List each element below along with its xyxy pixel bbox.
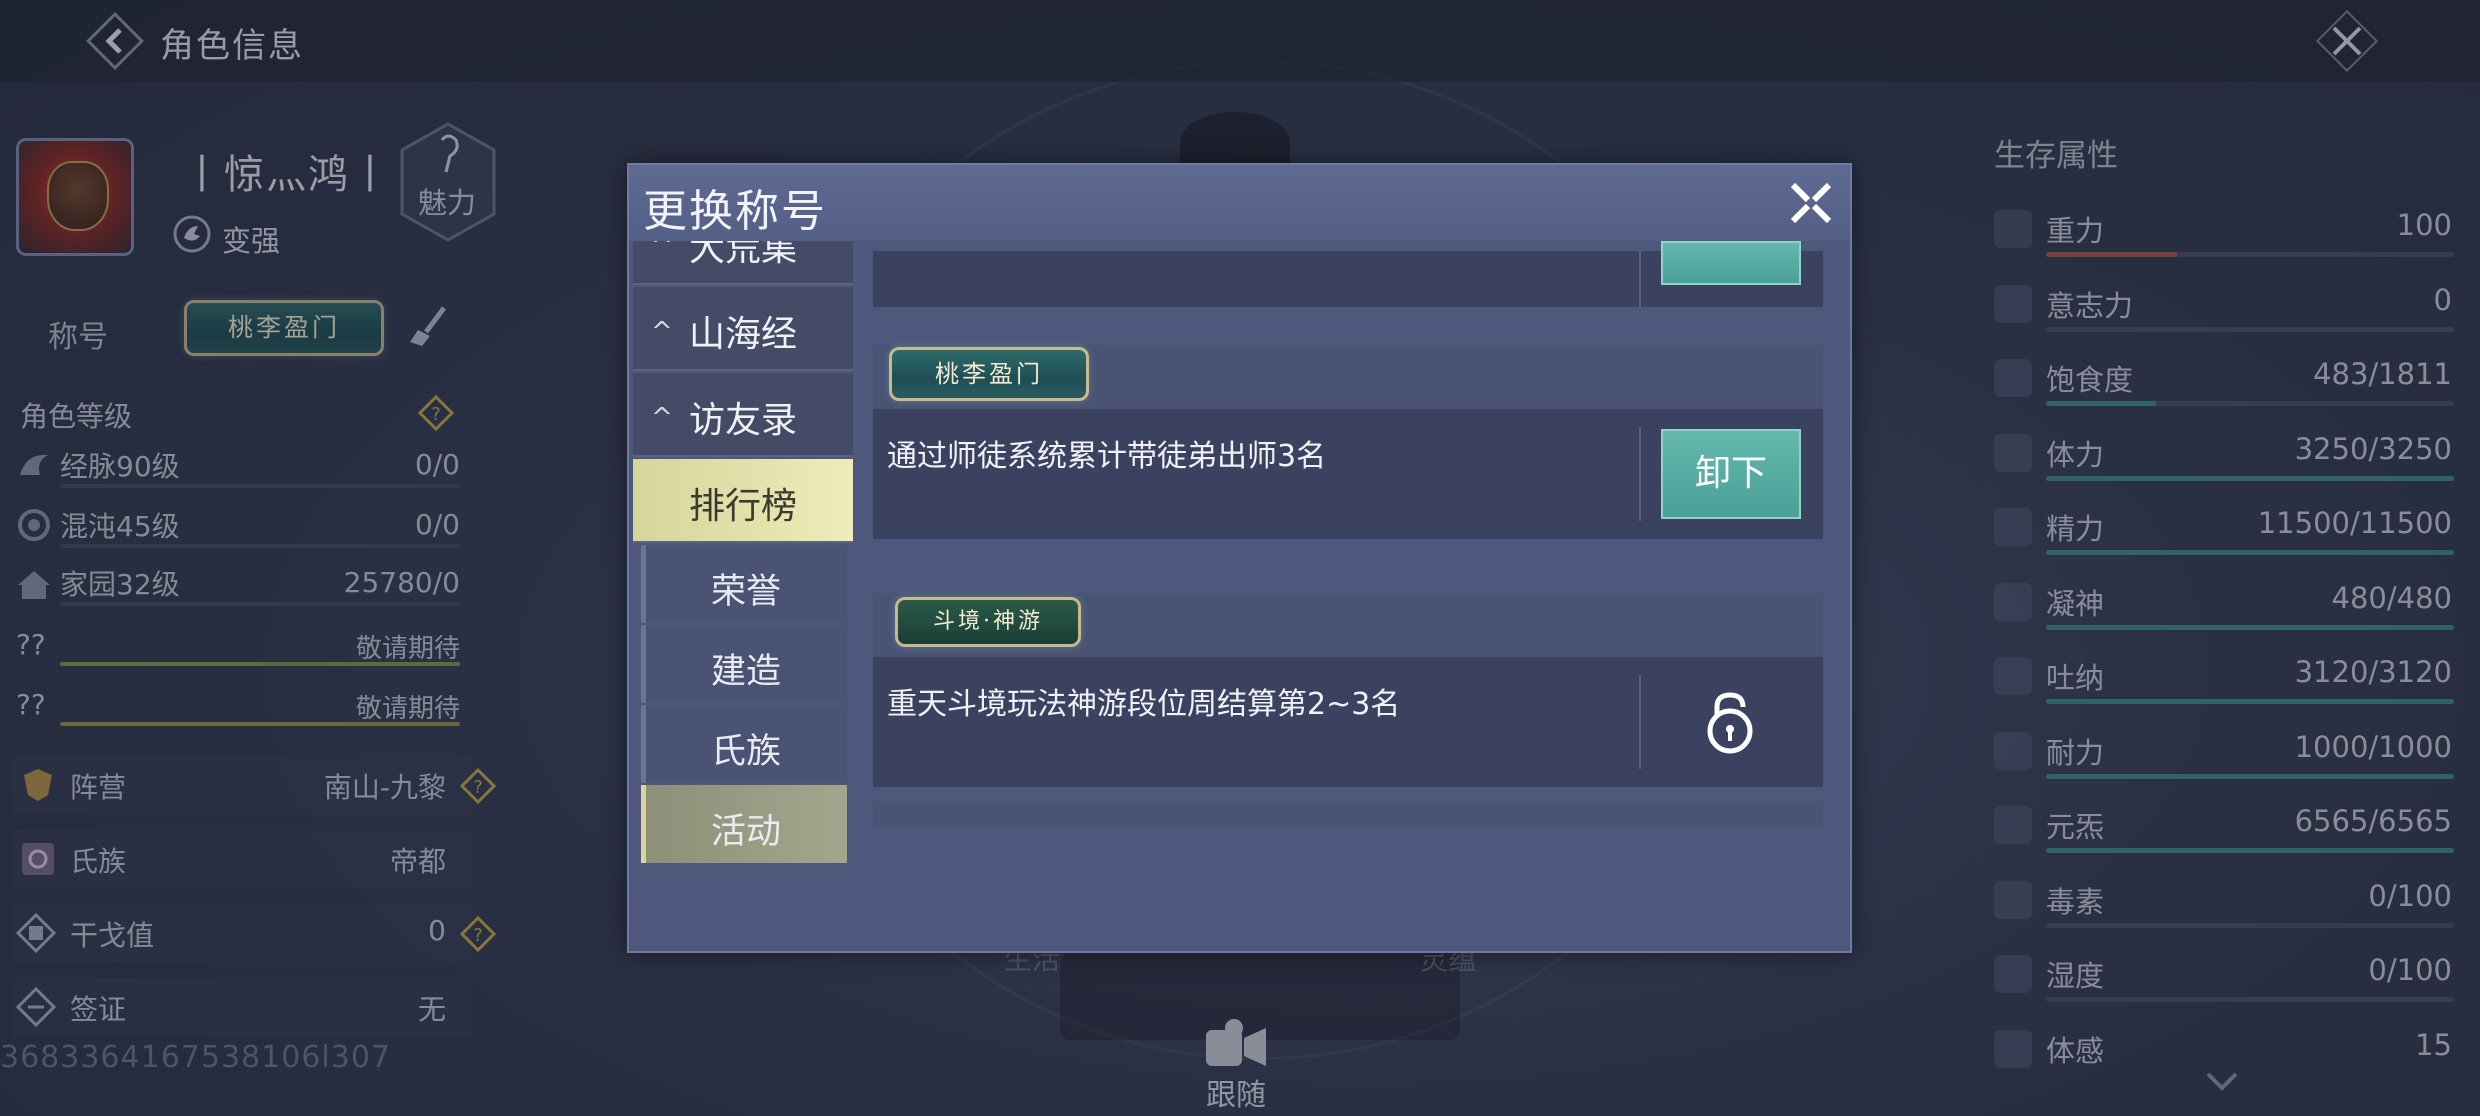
change-title-dialog: 更换称号 ^ 大荒集 ^ 山海经 ^ 访友录 排行榜 荣誉 建造 氏族 活动 桃…: [627, 163, 1852, 953]
unequip-button[interactable]: 卸下: [1661, 429, 1801, 519]
card-divider: [1639, 251, 1641, 307]
title-list: 桃李盈门 通过师徒系统累计带徒弟出师3名 卸下 斗境·神游 重天斗境玩法神游段位…: [873, 241, 1833, 951]
subnav-item-honor[interactable]: 荣誉: [641, 545, 847, 623]
card-body: 通过师徒系统累计带徒弟出师3名 卸下: [873, 409, 1823, 539]
nav-item-shanhaijing[interactable]: ^ 山海经: [633, 287, 853, 371]
title-badge: 斗境·神游: [895, 597, 1081, 647]
nav-item-leaderboard[interactable]: 排行榜: [633, 459, 853, 543]
card-header: 斗境·神游: [873, 593, 1823, 657]
card-divider: [1639, 675, 1641, 769]
title-badge: 桃李盈门: [889, 347, 1089, 401]
card-body: [873, 241, 1823, 307]
card-body: 重天斗境玩法神游段位周结算第2~3名: [873, 657, 1823, 787]
nav-item-label: 山海经: [689, 314, 798, 355]
expand-caret-icon: ^: [651, 241, 673, 261]
close-icon[interactable]: [1783, 175, 1839, 231]
subnav-item-label: 荣誉: [710, 572, 781, 612]
nav-item-label: 排行榜: [689, 486, 798, 527]
subnav-item-clan[interactable]: 氏族: [641, 705, 847, 783]
dialog-title: 更换称号: [643, 186, 827, 237]
subnav-item-activity[interactable]: 活动: [641, 785, 847, 863]
dialog-header: 更换称号: [629, 165, 1850, 241]
expand-caret-icon: ^: [651, 403, 673, 433]
nav-item-label: 大荒集: [689, 241, 798, 269]
nav-item-label: 访友录: [689, 400, 798, 441]
list-bottom-spacer: [873, 801, 1823, 825]
card-divider: [1639, 427, 1641, 521]
card-header: 桃李盈门: [873, 345, 1823, 409]
nav-item-dahuangji[interactable]: ^ 大荒集: [633, 241, 853, 285]
unlock-icon[interactable]: [1703, 691, 1757, 755]
nav-item-fangyoulu[interactable]: ^ 访友录: [633, 373, 853, 457]
subnav-item-label: 氏族: [710, 732, 781, 772]
subnav-item-build[interactable]: 建造: [641, 625, 847, 703]
partial-action-button[interactable]: [1661, 241, 1801, 285]
title-category-nav: ^ 大荒集 ^ 山海经 ^ 访友录 排行榜 荣誉 建造 氏族 活动: [633, 241, 853, 951]
subnav-item-label: 建造: [710, 652, 781, 692]
title-description: 重天斗境玩法神游段位周结算第2~3名: [887, 687, 1401, 722]
expand-caret-icon: ^: [651, 317, 673, 347]
title-description: 通过师徒系统累计带徒弟出师3名: [887, 439, 1327, 474]
subnav-item-label: 活动: [710, 812, 781, 852]
